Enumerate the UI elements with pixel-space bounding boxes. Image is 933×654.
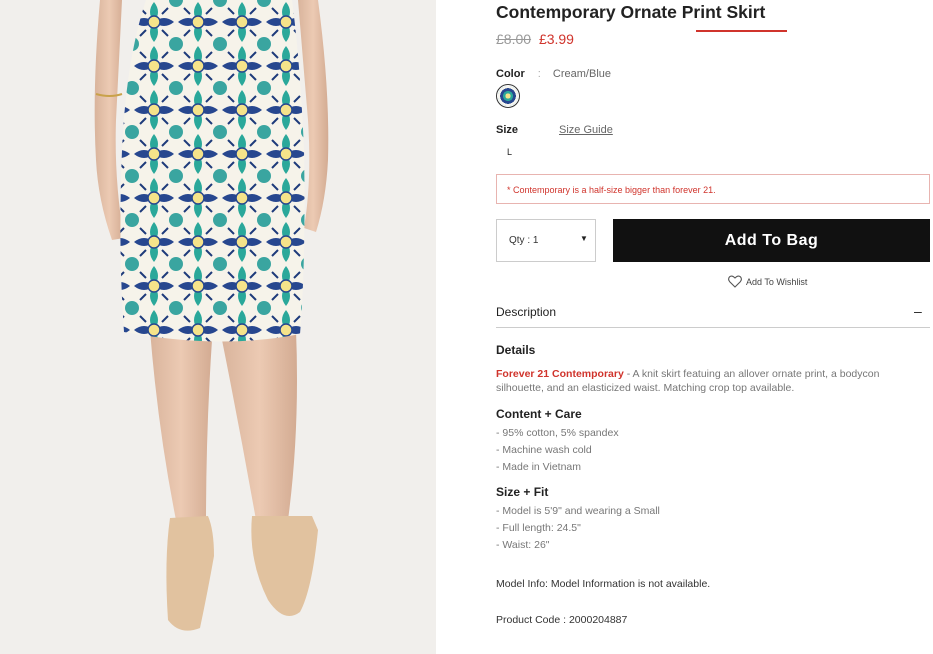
content-care-list: - 95% cotton, 5% spandex - Machine wash …: [496, 425, 619, 476]
product-photo: [94, 0, 329, 631]
color-label: Color: [496, 68, 525, 80]
details-heading: Details: [496, 343, 536, 357]
details-text: Forever 21 Contemporary - A knit skirt f…: [496, 367, 906, 395]
size-guide-link[interactable]: Size Guide: [559, 124, 613, 136]
title-accent-line: [696, 30, 787, 32]
list-item: - 95% cotton, 5% spandex: [496, 427, 619, 439]
size-note: * Contemporary is a half-size bigger tha…: [507, 185, 716, 195]
product-info: Contemporary Ornate Print Skirt £8.00 £3…: [496, 0, 933, 654]
color-value: Cream/Blue: [552, 68, 611, 80]
wishlist-label: Add To Wishlist: [746, 276, 808, 287]
heart-icon: [728, 275, 742, 288]
list-item: - Full length: 24.5": [496, 522, 581, 534]
quantity-label: Qty : 1: [509, 235, 539, 246]
product-title: Contemporary Ornate Print Skirt: [496, 2, 766, 22]
add-to-bag-button[interactable]: Add To Bag: [613, 219, 930, 262]
size-note-box: * Contemporary is a half-size bigger tha…: [496, 174, 930, 204]
add-to-wishlist-link[interactable]: Add To Wishlist: [728, 275, 807, 288]
model-info: Model Info: Model Information is not ava…: [496, 578, 711, 590]
size-fit-heading: Size + Fit: [496, 485, 549, 499]
description-heading[interactable]: Description: [496, 305, 556, 319]
caret-down-icon: ▼: [580, 234, 588, 243]
list-item: - Made in Vietnam: [496, 461, 582, 473]
brand-name: Forever 21 Contemporary: [496, 368, 624, 380]
list-item: - Machine wash cold: [496, 444, 592, 456]
size-label: Size: [496, 124, 519, 136]
color-row: Color : Cream/Blue: [496, 68, 611, 80]
divider: [496, 327, 930, 328]
original-price: £8.00: [496, 31, 532, 47]
list-item: - Model is 5'9" and wearing a Small: [496, 505, 660, 517]
sale-price: £3.99: [538, 31, 574, 47]
content-care-heading: Content + Care: [496, 407, 582, 421]
color-separator: :: [537, 68, 541, 80]
price: £8.00 £3.99: [496, 31, 574, 47]
list-item: - Waist: 26": [496, 539, 550, 551]
size-fit-list: - Model is 5'9" and wearing a Small - Fu…: [496, 503, 660, 554]
collapse-icon[interactable]: –: [914, 303, 922, 319]
product-image: [0, 0, 436, 654]
color-swatch-cream-blue[interactable]: [496, 84, 520, 108]
quantity-select[interactable]: Qty : 1 ▼: [496, 219, 596, 262]
size-option-l[interactable]: L: [507, 147, 512, 157]
product-code: Product Code : 2000204887: [496, 614, 628, 626]
